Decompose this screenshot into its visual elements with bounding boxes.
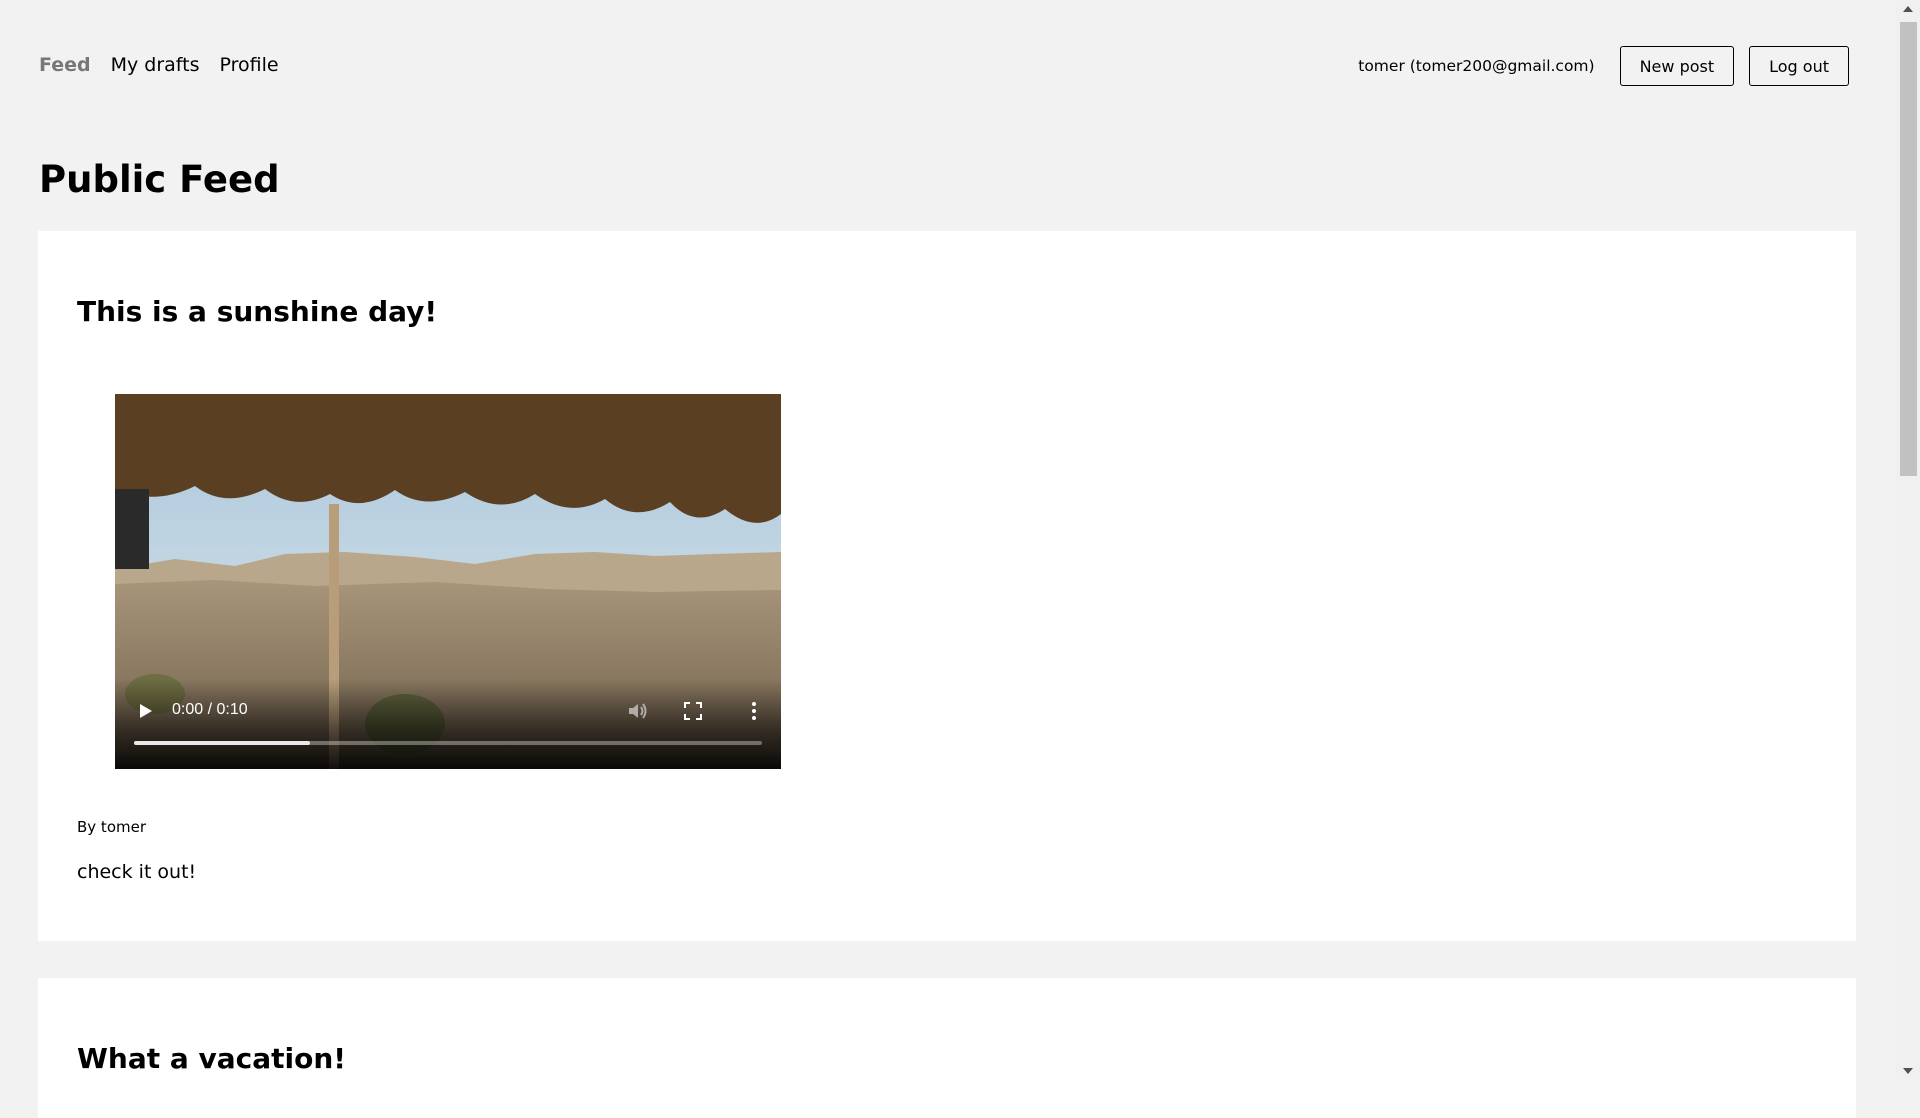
video-progress-fill xyxy=(134,741,310,745)
post-content: check it out! xyxy=(77,861,197,883)
nav-links: Feed My drafts Profile xyxy=(39,54,279,76)
nav-actions: tomer (tomer200@gmail.com) New post Log … xyxy=(1358,46,1849,86)
scrollbar[interactable] xyxy=(1896,0,1920,1080)
video-controls: 0:00 / 0:10 xyxy=(115,679,781,769)
video-progress-track[interactable] xyxy=(134,741,762,745)
scroll-thumb[interactable] xyxy=(1900,22,1917,476)
video-player[interactable]: 0:00 / 0:10 xyxy=(115,394,781,769)
nav-feed-link[interactable]: Feed xyxy=(39,54,91,76)
post-author: By tomer xyxy=(77,818,147,836)
new-post-button[interactable]: New post xyxy=(1619,46,1735,86)
post-title: What a vacation! xyxy=(77,1042,347,1075)
volume-icon[interactable] xyxy=(627,701,649,721)
more-options-icon[interactable] xyxy=(749,701,759,721)
nav-drafts-link[interactable]: My drafts xyxy=(111,54,200,76)
scroll-up-icon[interactable] xyxy=(1903,6,1913,12)
fullscreen-icon[interactable] xyxy=(683,701,703,721)
page-title: Public Feed xyxy=(39,158,280,201)
nav-profile-link[interactable]: Profile xyxy=(220,54,279,76)
user-info: tomer (tomer200@gmail.com) xyxy=(1358,57,1595,75)
post-card[interactable]: What a vacation! xyxy=(38,978,1856,1118)
top-nav: Feed My drafts Profile tomer (tomer200@g… xyxy=(0,0,1895,132)
post-card[interactable]: This is a sunshine day! 0:00 / 0:10 By t… xyxy=(38,231,1856,941)
post-title: This is a sunshine day! xyxy=(77,295,438,328)
video-time: 0:00 / 0:10 xyxy=(172,701,248,718)
logout-button[interactable]: Log out xyxy=(1749,46,1849,86)
play-icon[interactable] xyxy=(135,701,155,721)
scroll-down-icon[interactable] xyxy=(1903,1068,1913,1074)
